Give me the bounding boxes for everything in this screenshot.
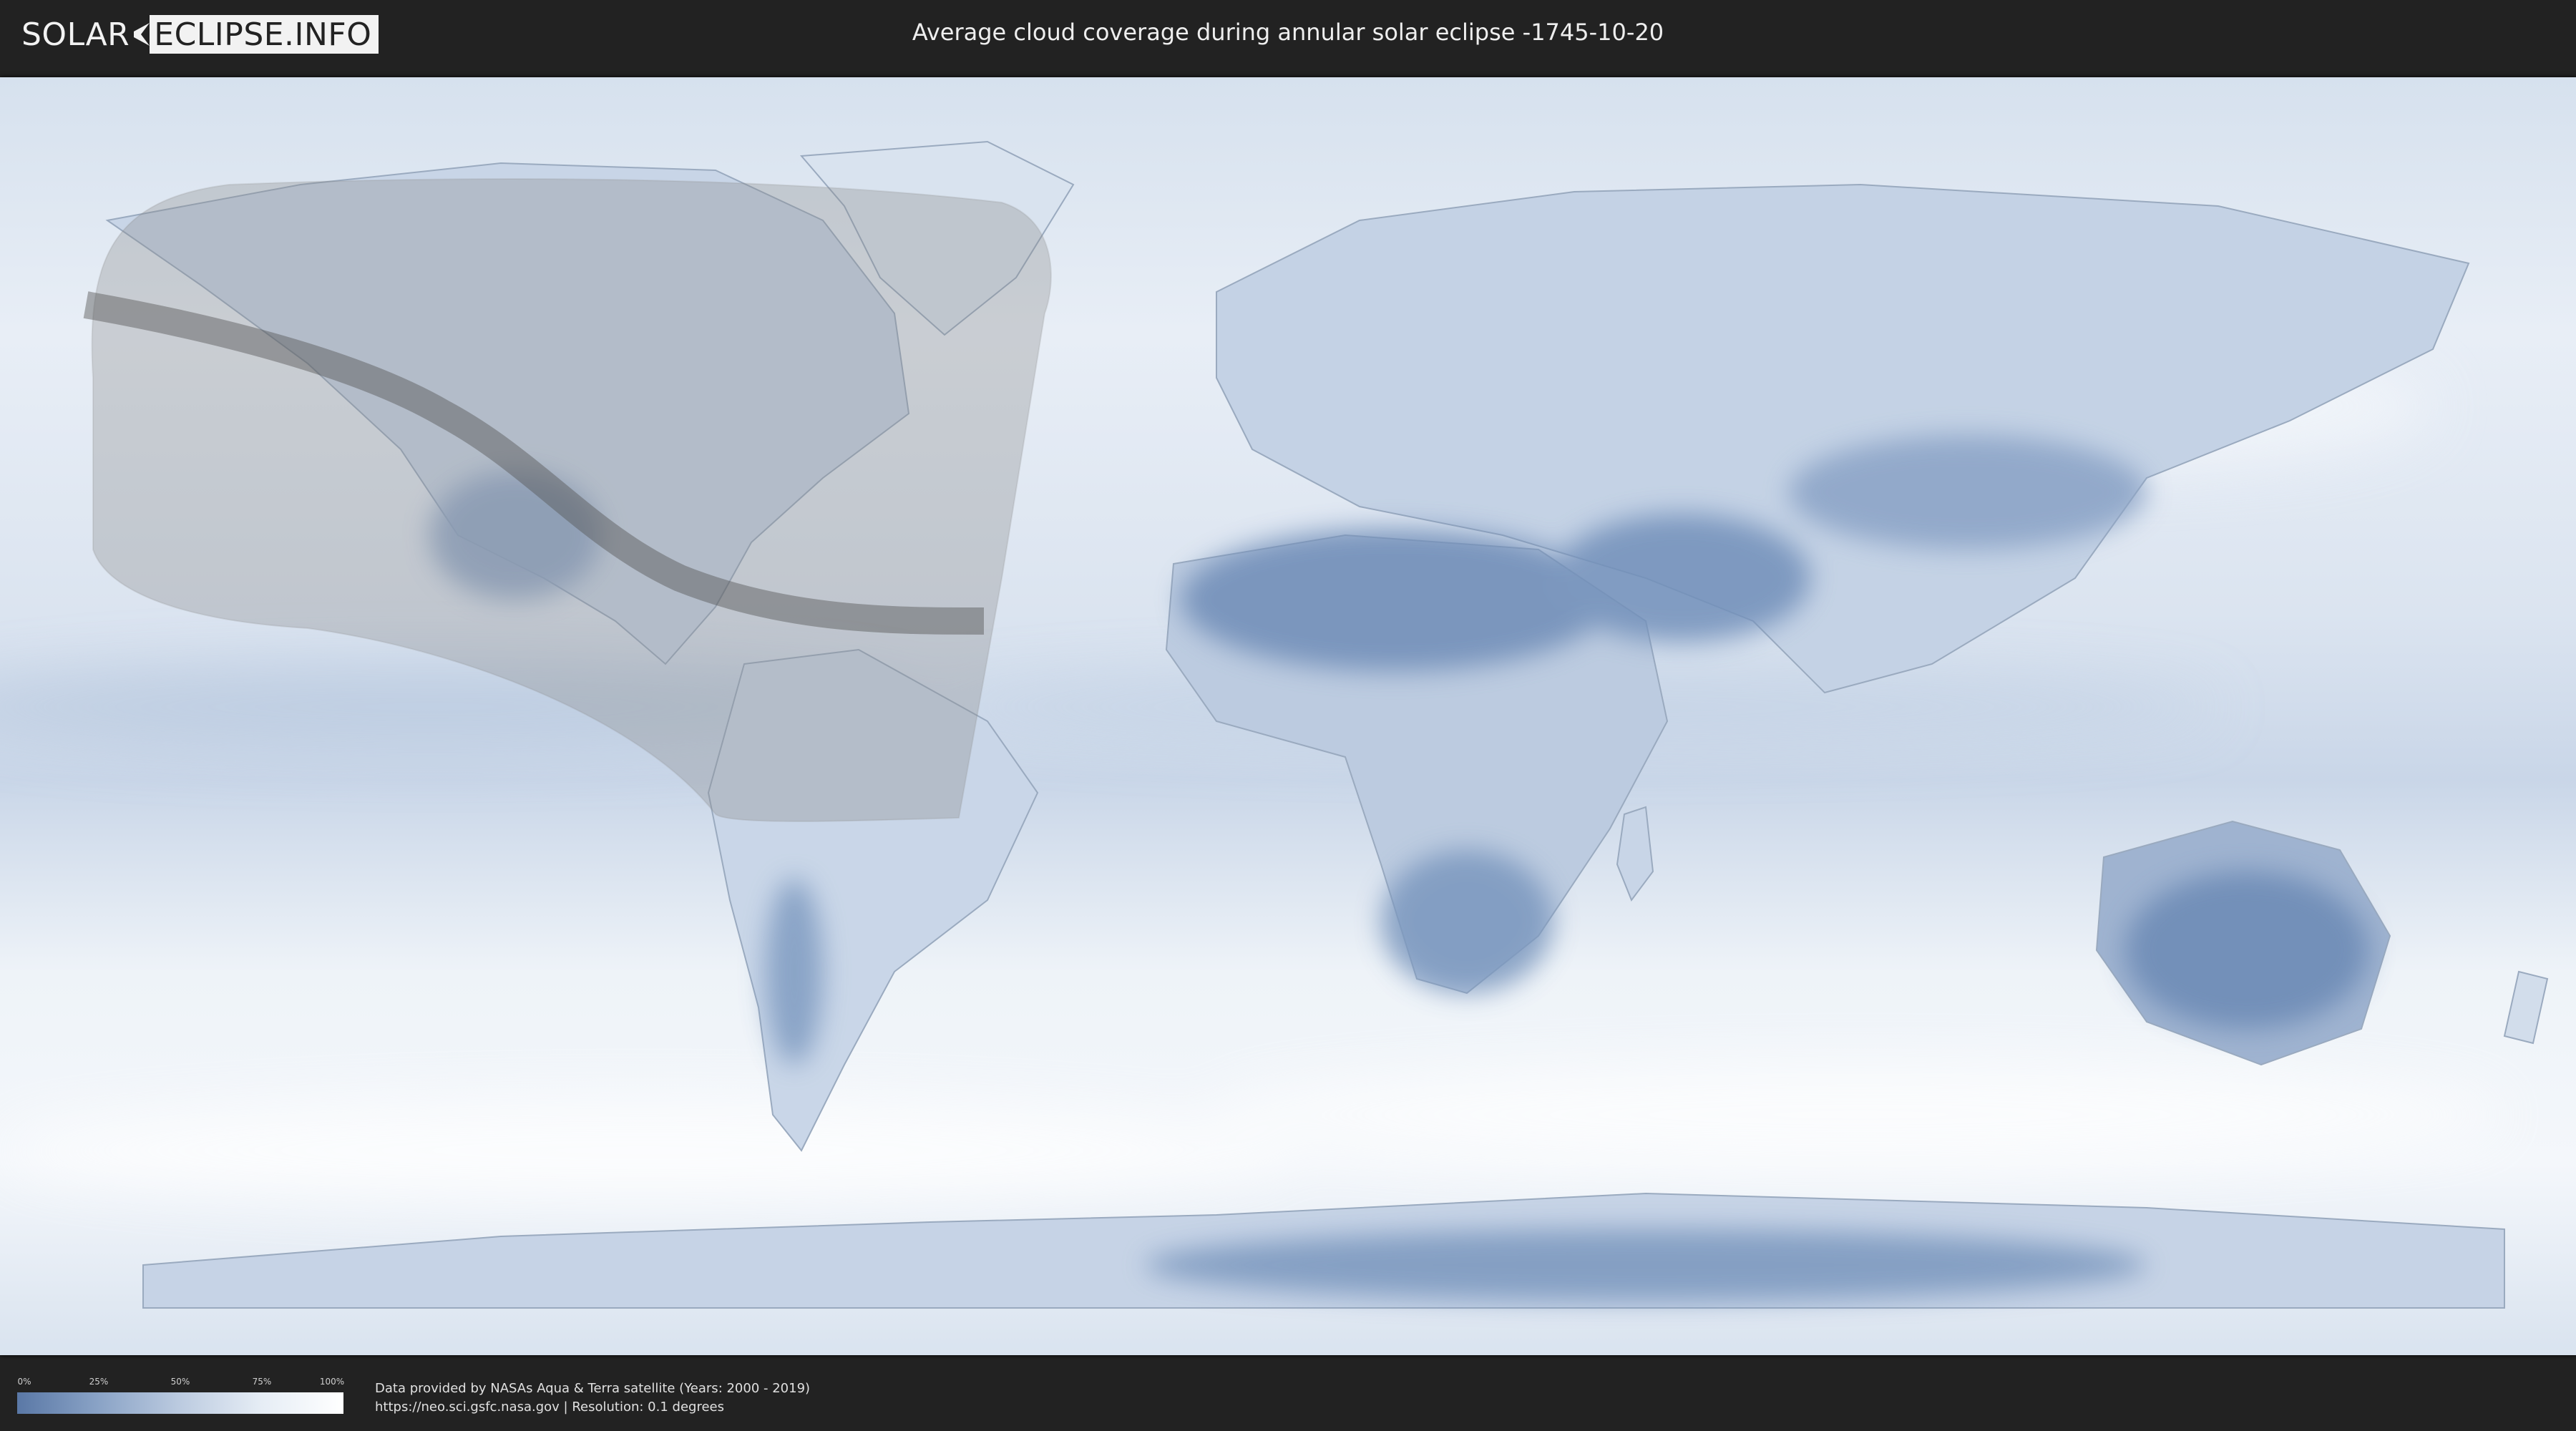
legend-tick-0: 0% [17, 1377, 31, 1387]
legend-tick-50: 50% [170, 1377, 190, 1387]
legend-tick-75: 75% [252, 1377, 272, 1387]
southern-africa-region [1381, 850, 1553, 993]
data-credits: Data provided by NASAs Aqua & Terra sate… [375, 1379, 810, 1417]
header-bar: SOLAR ECLIPSE.INFO Average cloud coverag… [0, 0, 2576, 72]
footer-bar: 0% 25% 50% 75% 100% Data provided by NAS… [0, 1359, 2576, 1431]
sahara-region [1181, 528, 1610, 671]
cloud-coverage-map[interactable] [0, 77, 2576, 1355]
cloud-coverage-legend: 0% 25% 50% 75% 100% [17, 1377, 345, 1420]
australia-region [2125, 871, 2368, 1029]
page-title: Average cloud coverage during annular so… [912, 19, 1664, 46]
legend-tick-100: 100% [319, 1377, 345, 1387]
credit-line: Data provided by NASAs Aqua & Terra sate… [375, 1381, 811, 1396]
arabia-region [1553, 514, 1810, 643]
legend-color-bar [17, 1392, 343, 1414]
legend-ticks: 0% 25% 50% 75% 100% [17, 1377, 345, 1388]
andes-region [766, 879, 823, 1065]
antarctica-region [1145, 1229, 2147, 1301]
app-window: SOLAR ECLIPSE.INFO Average cloud coverag… [0, 0, 2576, 1431]
source-line[interactable]: https://neo.sci.gsfc.nasa.gov | Resoluti… [375, 1398, 810, 1417]
legend-tick-25: 25% [89, 1377, 109, 1387]
central-asia-region [1789, 435, 2147, 550]
